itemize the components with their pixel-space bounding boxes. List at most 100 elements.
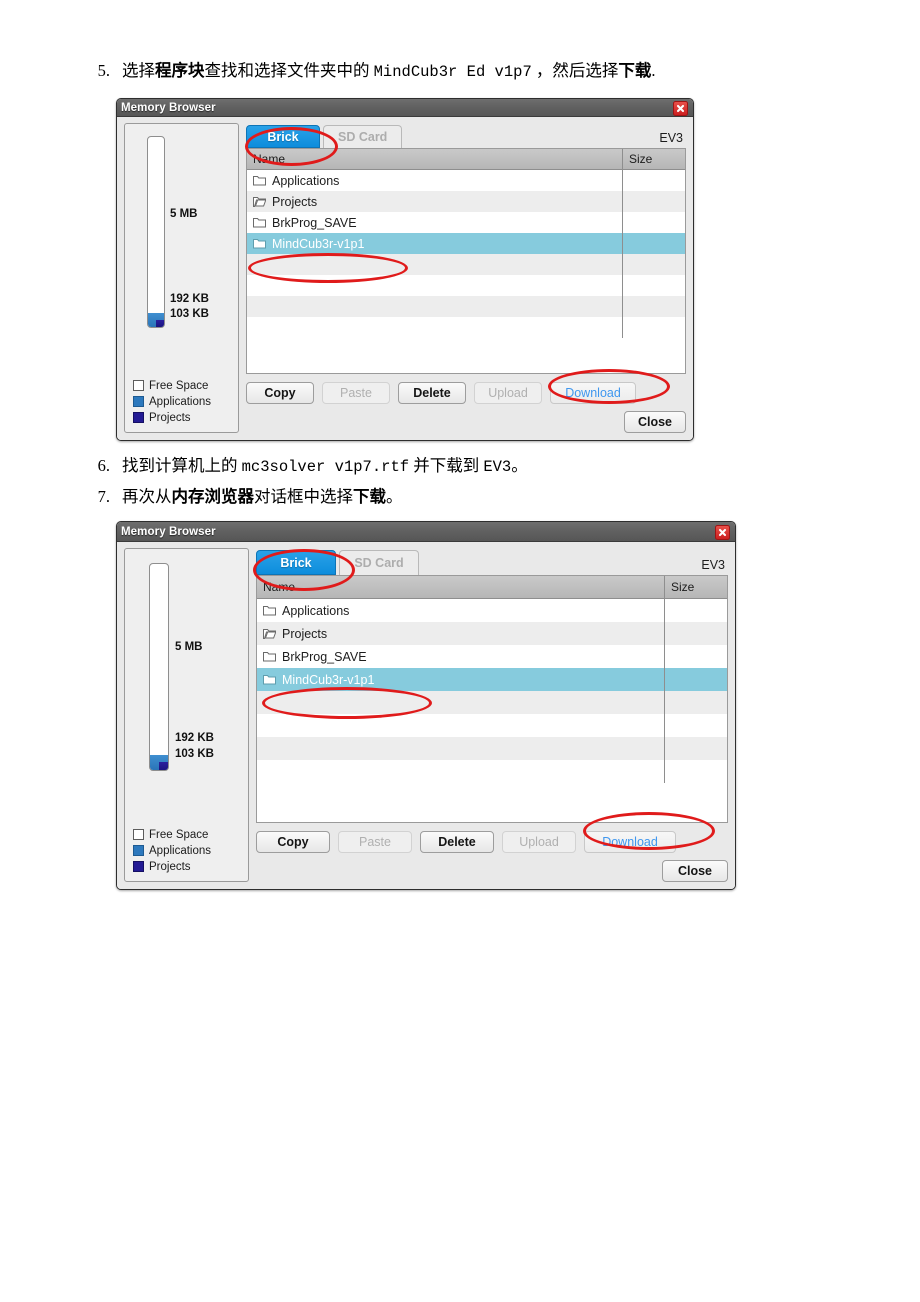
dialog-1-file-list-header: Name Size [247, 149, 685, 170]
column-header-name[interactable]: Name [257, 576, 665, 598]
table-row[interactable] [247, 254, 685, 275]
table-row[interactable]: Applications [247, 170, 685, 191]
dialog-2-memory-free-label: 192 KB [175, 732, 214, 744]
legend-label-projects: Projects [149, 860, 191, 873]
dialog-1-memory-segment-projects [156, 320, 164, 327]
dialog-2-memory-legend: Free Space Applications Projects [133, 827, 211, 875]
tab-sd-card[interactable]: SD Card [339, 550, 419, 575]
copy-button[interactable]: Copy [246, 382, 314, 404]
dialog-1-memory-panel: 5 MB 192 KB 103 KB Free Space Applicatio… [124, 123, 239, 433]
legend-swatch-applications [133, 396, 144, 407]
legend-swatch-free-space [133, 380, 144, 391]
file-row-size-cell [623, 296, 685, 317]
tab-sd-card[interactable]: SD Card [323, 125, 403, 148]
column-header-name[interactable]: Name [247, 149, 623, 169]
dialog-1-file-list-rows: Applications Projects BrkProg_SAVE MindC… [247, 170, 685, 373]
download-button[interactable]: Download [550, 382, 636, 404]
upload-button[interactable]: Upload [474, 382, 542, 404]
file-row-size-cell [623, 170, 685, 191]
copy-button[interactable]: Copy [256, 831, 330, 853]
file-row-size-cell [623, 191, 685, 212]
dialog-2-file-list[interactable]: Name Size Applications Projects BrkProg_… [256, 575, 728, 823]
step-7-number: 7. [97, 487, 110, 506]
table-row[interactable] [257, 737, 727, 760]
close-button[interactable]: Close [662, 860, 728, 882]
dialog-1-device-label: EV3 [659, 131, 683, 145]
table-row[interactable]: BrkProg_SAVE [247, 212, 685, 233]
delete-button[interactable]: Delete [398, 382, 466, 404]
dialog-1-memory-total-label: 5 MB [170, 208, 198, 220]
memory-browser-dialog-2[interactable]: Memory Browser 5 MB 192 KB 103 KB Free S… [116, 521, 736, 890]
table-row[interactable] [257, 691, 727, 714]
memory-browser-dialog-1[interactable]: Memory Browser 5 MB 192 KB 103 KB Free S… [116, 98, 694, 441]
dialog-1-file-list[interactable]: Name Size Applications Projects BrkProg_… [246, 148, 686, 374]
dialog-2-body: 5 MB 192 KB 103 KB Free Space Applicatio… [117, 542, 735, 889]
folder-closed-icon [263, 606, 276, 616]
dialog-1-button-row: Copy Paste Delete Upload Download [246, 382, 686, 404]
folder-closed-icon [253, 176, 266, 186]
dialog-2-close-row: Close [256, 860, 728, 882]
legend-label-projects: Projects [149, 411, 191, 424]
dialog-2-button-row: Copy Paste Delete Upload Download [256, 831, 728, 853]
dialog-1-close-row: Close [246, 411, 686, 433]
tab-brick[interactable]: Brick [256, 550, 336, 575]
dialog-1-memory-bar [147, 136, 165, 328]
file-row-name-cell [247, 254, 623, 275]
table-row[interactable] [247, 275, 685, 296]
table-row[interactable]: Applications [257, 599, 727, 622]
table-row[interactable] [247, 317, 685, 338]
table-row[interactable] [257, 760, 727, 783]
paste-button[interactable]: Paste [338, 831, 412, 853]
file-row-size-cell [623, 317, 685, 338]
file-row-label: Applications [282, 603, 350, 618]
paste-button[interactable]: Paste [322, 382, 390, 404]
file-row-size-cell [665, 714, 727, 737]
step-5-number: 5. [97, 61, 110, 80]
legend-item-free-space: Free Space [133, 827, 211, 842]
table-row[interactable]: BrkProg_SAVE [257, 645, 727, 668]
delete-button[interactable]: Delete [420, 831, 494, 853]
file-row-name-cell [247, 275, 623, 296]
step-7-seg-2: 对话框中选择 [254, 487, 353, 506]
folder-closed-icon [253, 218, 266, 228]
dialog-2-device-label: EV3 [701, 558, 725, 572]
step-5-seg-1: 程序块 [155, 61, 205, 80]
folder-open-icon [253, 197, 266, 207]
dialog-2-memory-total-label: 5 MB [175, 641, 203, 653]
file-row-name-cell: Projects [247, 191, 623, 212]
file-row-name-cell [247, 296, 623, 317]
column-header-size[interactable]: Size [623, 149, 685, 169]
file-row-label: Projects [272, 194, 318, 209]
table-row[interactable] [247, 296, 685, 317]
dialog-2-file-list-rows: Applications Projects BrkProg_SAVE MindC… [257, 599, 727, 822]
table-row[interactable]: Projects [257, 622, 727, 645]
table-row[interactable]: MindCub3r-v1p1 [247, 233, 685, 254]
step-7-seg-4: 。 [386, 487, 403, 506]
legend-label-applications: Applications [149, 844, 212, 857]
step-6-seg-0: 找到计算机上的 [122, 456, 242, 475]
tab-brick[interactable]: Brick [246, 125, 320, 148]
file-row-size-cell [665, 760, 727, 783]
close-button[interactable]: Close [624, 411, 686, 433]
table-row[interactable]: MindCub3r-v1p1 [257, 668, 727, 691]
legend-item-projects: Projects [133, 859, 211, 874]
close-icon[interactable] [673, 101, 688, 116]
dialog-1-right-pane: Brick SD Card EV3 Name Size Applications… [246, 123, 686, 433]
column-header-size[interactable]: Size [665, 576, 727, 598]
table-row[interactable]: Projects [247, 191, 685, 212]
file-row-size-cell [665, 668, 727, 691]
dialog-2-memory-bar [149, 563, 169, 771]
table-row[interactable] [257, 714, 727, 737]
upload-button[interactable]: Upload [502, 831, 576, 853]
legend-swatch-applications [133, 845, 144, 856]
step-7: 7. 再次从内存浏览器对话框中选择下载。 [84, 486, 403, 508]
download-button[interactable]: Download [584, 831, 676, 853]
close-icon[interactable] [715, 525, 730, 540]
folder-closed-icon [253, 239, 266, 249]
file-row-name-cell: MindCub3r-v1p1 [257, 668, 665, 691]
step-5-seg-6: . [651, 61, 656, 80]
dialog-1-memory-legend: Free Space Applications Projects [133, 378, 211, 426]
file-row-name-cell: Applications [257, 599, 665, 622]
step-6-seg-1: mc3solver v1p7.rtf [241, 458, 410, 476]
legend-swatch-free-space [133, 829, 144, 840]
